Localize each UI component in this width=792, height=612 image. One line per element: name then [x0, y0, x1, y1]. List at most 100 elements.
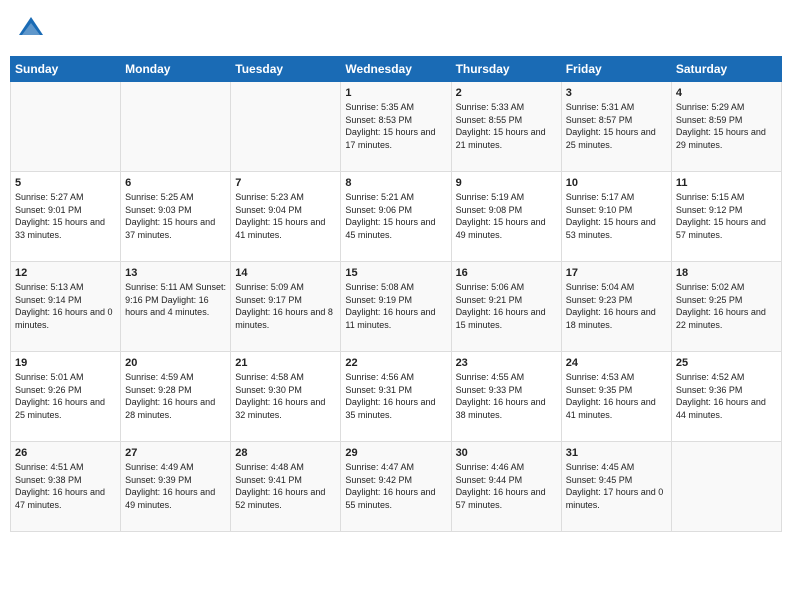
day-number: 26	[15, 447, 116, 459]
day-info: Sunrise: 5:27 AM Sunset: 9:01 PM Dayligh…	[15, 191, 116, 241]
day-number: 7	[235, 177, 336, 189]
calendar-cell: 7 Sunrise: 5:23 AM Sunset: 9:04 PM Daylig…	[231, 172, 341, 262]
day-number: 10	[566, 177, 667, 189]
calendar-week-row: 26 Sunrise: 4:51 AM Sunset: 9:38 PM Dayli…	[11, 442, 782, 532]
calendar-cell: 18 Sunrise: 5:02 AM Sunset: 9:25 PM Dayli…	[671, 262, 781, 352]
calendar-week-row: 5 Sunrise: 5:27 AM Sunset: 9:01 PM Daylig…	[11, 172, 782, 262]
day-number: 19	[15, 357, 116, 369]
day-info: Sunrise: 4:46 AM Sunset: 9:44 PM Dayligh…	[456, 461, 557, 511]
day-number: 27	[125, 447, 226, 459]
day-number: 13	[125, 267, 226, 279]
calendar-week-row: 19 Sunrise: 5:01 AM Sunset: 9:26 PM Dayli…	[11, 352, 782, 442]
day-number: 20	[125, 357, 226, 369]
calendar-cell: 8 Sunrise: 5:21 AM Sunset: 9:06 PM Daylig…	[341, 172, 451, 262]
calendar-cell: 12 Sunrise: 5:13 AM Sunset: 9:14 PM Dayli…	[11, 262, 121, 352]
calendar-cell: 11Sunrise: 5:15 AM Sunset: 9:12 PM Dayli…	[671, 172, 781, 262]
day-info: Sunrise: 4:58 AM Sunset: 9:30 PM Dayligh…	[235, 371, 336, 421]
weekday-header: Wednesday	[341, 57, 451, 82]
page-header	[10, 10, 782, 48]
day-number: 21	[235, 357, 336, 369]
logo-icon	[16, 14, 46, 44]
day-number: 29	[345, 447, 446, 459]
day-info: Sunrise: 5:31 AM Sunset: 8:57 PM Dayligh…	[566, 101, 667, 151]
day-number: 5	[15, 177, 116, 189]
day-info: Sunrise: 4:45 AM Sunset: 9:45 PM Dayligh…	[566, 461, 667, 511]
calendar-cell: 20 Sunrise: 4:59 AM Sunset: 9:28 PM Dayli…	[121, 352, 231, 442]
day-number: 11	[676, 177, 777, 189]
calendar-week-row: 1 Sunrise: 5:35 AM Sunset: 8:53 PM Daylig…	[11, 82, 782, 172]
weekday-header: Saturday	[671, 57, 781, 82]
calendar-cell	[121, 82, 231, 172]
calendar-cell	[231, 82, 341, 172]
calendar-cell: 14Sunrise: 5:09 AM Sunset: 9:17 PM Dayli…	[231, 262, 341, 352]
day-info: Sunrise: 5:35 AM Sunset: 8:53 PM Dayligh…	[345, 101, 446, 151]
calendar-cell: 23 Sunrise: 4:55 AM Sunset: 9:33 PM Dayli…	[451, 352, 561, 442]
day-info: Sunrise: 4:51 AM Sunset: 9:38 PM Dayligh…	[15, 461, 116, 511]
calendar-cell: 28Sunrise: 4:48 AM Sunset: 9:41 PM Dayli…	[231, 442, 341, 532]
day-number: 22	[345, 357, 446, 369]
day-number: 9	[456, 177, 557, 189]
calendar-cell	[671, 442, 781, 532]
logo	[16, 14, 50, 44]
calendar-cell: 21 Sunrise: 4:58 AM Sunset: 9:30 PM Dayli…	[231, 352, 341, 442]
day-number: 18	[676, 267, 777, 279]
day-info: Sunrise: 5:33 AM Sunset: 8:55 PM Dayligh…	[456, 101, 557, 151]
day-info: Sunrise: 5:04 AM Sunset: 9:23 PM Dayligh…	[566, 281, 667, 331]
day-number: 4	[676, 87, 777, 99]
calendar-cell: 17 Sunrise: 5:04 AM Sunset: 9:23 PM Dayli…	[561, 262, 671, 352]
calendar-cell: 27Sunrise: 4:49 AM Sunset: 9:39 PM Dayli…	[121, 442, 231, 532]
day-info: Sunrise: 4:47 AM Sunset: 9:42 PM Dayligh…	[345, 461, 446, 511]
day-info: Sunrise: 5:02 AM Sunset: 9:25 PM Dayligh…	[676, 281, 777, 331]
day-number: 12	[15, 267, 116, 279]
calendar-cell: 5 Sunrise: 5:27 AM Sunset: 9:01 PM Daylig…	[11, 172, 121, 262]
day-number: 30	[456, 447, 557, 459]
day-info: Sunrise: 4:56 AM Sunset: 9:31 PM Dayligh…	[345, 371, 446, 421]
day-info: Sunrise: 5:19 AM Sunset: 9:08 PM Dayligh…	[456, 191, 557, 241]
day-number: 24	[566, 357, 667, 369]
calendar-cell: 3 Sunrise: 5:31 AM Sunset: 8:57 PM Daylig…	[561, 82, 671, 172]
day-info: Sunrise: 4:59 AM Sunset: 9:28 PM Dayligh…	[125, 371, 226, 421]
day-info: Sunrise: 5:29 AM Sunset: 8:59 PM Dayligh…	[676, 101, 777, 151]
calendar-week-row: 12 Sunrise: 5:13 AM Sunset: 9:14 PM Dayli…	[11, 262, 782, 352]
day-number: 15	[345, 267, 446, 279]
calendar-table: SundayMondayTuesdayWednesdayThursdayFrid…	[10, 56, 782, 532]
day-info: Sunrise: 5:23 AM Sunset: 9:04 PM Dayligh…	[235, 191, 336, 241]
day-number: 6	[125, 177, 226, 189]
day-info: Sunrise: 4:52 AM Sunset: 9:36 PM Dayligh…	[676, 371, 777, 421]
day-number: 3	[566, 87, 667, 99]
day-info: Sunrise: 5:17 AM Sunset: 9:10 PM Dayligh…	[566, 191, 667, 241]
day-info: Sunrise: 5:08 AM Sunset: 9:19 PM Dayligh…	[345, 281, 446, 331]
weekday-header: Thursday	[451, 57, 561, 82]
calendar-cell: 22 Sunrise: 4:56 AM Sunset: 9:31 PM Dayli…	[341, 352, 451, 442]
day-number: 1	[345, 87, 446, 99]
calendar-cell: 24 Sunrise: 4:53 AM Sunset: 9:35 PM Dayli…	[561, 352, 671, 442]
day-info: Sunrise: 4:53 AM Sunset: 9:35 PM Dayligh…	[566, 371, 667, 421]
calendar-cell: 26 Sunrise: 4:51 AM Sunset: 9:38 PM Dayli…	[11, 442, 121, 532]
weekday-header-row: SundayMondayTuesdayWednesdayThursdayFrid…	[11, 57, 782, 82]
calendar-cell: 30 Sunrise: 4:46 AM Sunset: 9:44 PM Dayli…	[451, 442, 561, 532]
day-number: 17	[566, 267, 667, 279]
weekday-header: Tuesday	[231, 57, 341, 82]
weekday-header: Friday	[561, 57, 671, 82]
calendar-cell: 15 Sunrise: 5:08 AM Sunset: 9:19 PM Dayli…	[341, 262, 451, 352]
calendar-cell: 25Sunrise: 4:52 AM Sunset: 9:36 PM Dayli…	[671, 352, 781, 442]
day-number: 16	[456, 267, 557, 279]
day-info: Sunrise: 5:11 AM Sunset: 9:16 PM Dayligh…	[125, 281, 226, 319]
day-number: 8	[345, 177, 446, 189]
day-info: Sunrise: 5:01 AM Sunset: 9:26 PM Dayligh…	[15, 371, 116, 421]
day-number: 23	[456, 357, 557, 369]
day-number: 28	[235, 447, 336, 459]
calendar-cell: 6Sunrise: 5:25 AM Sunset: 9:03 PM Daylig…	[121, 172, 231, 262]
calendar-cell: 16 Sunrise: 5:06 AM Sunset: 9:21 PM Dayli…	[451, 262, 561, 352]
day-info: Sunrise: 4:55 AM Sunset: 9:33 PM Dayligh…	[456, 371, 557, 421]
day-info: Sunrise: 5:21 AM Sunset: 9:06 PM Dayligh…	[345, 191, 446, 241]
day-info: Sunrise: 5:13 AM Sunset: 9:14 PM Dayligh…	[15, 281, 116, 331]
calendar-cell: 31 Sunrise: 4:45 AM Sunset: 9:45 PM Dayli…	[561, 442, 671, 532]
day-number: 31	[566, 447, 667, 459]
calendar-cell: 1 Sunrise: 5:35 AM Sunset: 8:53 PM Daylig…	[341, 82, 451, 172]
day-info: Sunrise: 5:06 AM Sunset: 9:21 PM Dayligh…	[456, 281, 557, 331]
day-number: 2	[456, 87, 557, 99]
calendar-cell: 19 Sunrise: 5:01 AM Sunset: 9:26 PM Dayli…	[11, 352, 121, 442]
weekday-header: Monday	[121, 57, 231, 82]
calendar-cell: 29 Sunrise: 4:47 AM Sunset: 9:42 PM Dayli…	[341, 442, 451, 532]
